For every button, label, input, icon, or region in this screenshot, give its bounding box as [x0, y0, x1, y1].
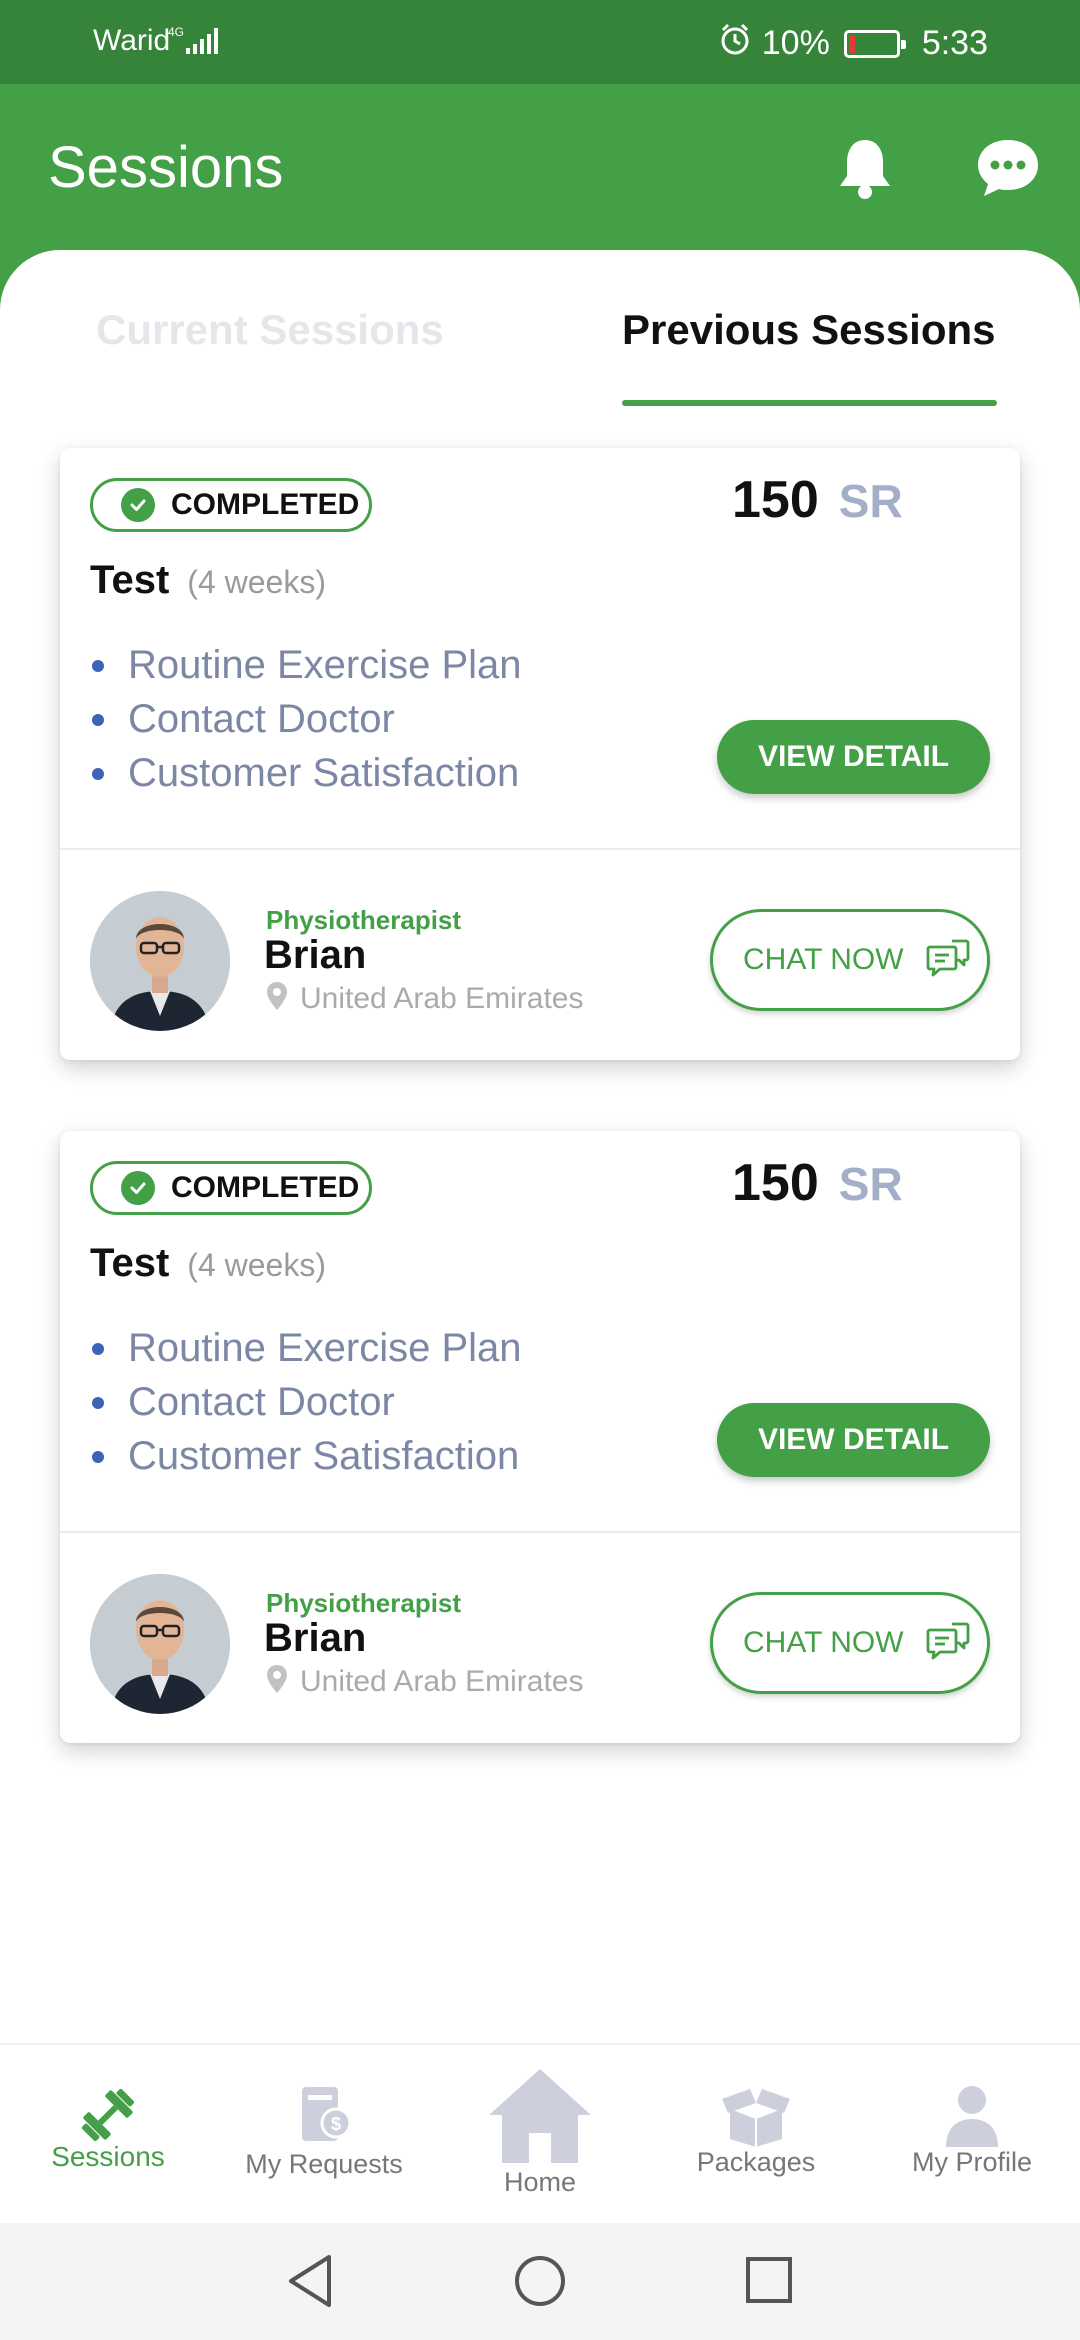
alarm-icon [718, 22, 752, 65]
status-bar: Warid 4G 10% 5:33 [0, 0, 1080, 84]
home-icon [487, 2065, 593, 2170]
recents-square-icon[interactable] [745, 2256, 793, 2309]
chat-now-button[interactable]: CHAT NOW [710, 909, 990, 1011]
status-badge: COMPLETED [90, 1161, 372, 1215]
doctor-name: Brian [264, 933, 367, 977]
feature-item: Contact Doctor [90, 692, 522, 746]
feature-item: Contact Doctor [90, 1375, 522, 1429]
location-pin-icon [266, 1664, 288, 1699]
nav-my-profile[interactable]: My Profile [864, 2045, 1080, 2225]
network-type: 4G [168, 25, 184, 39]
notification-bell-icon[interactable] [835, 136, 895, 200]
feature-item: Routine Exercise Plan [90, 1321, 522, 1375]
nav-packages[interactable]: Packages [648, 2045, 864, 2225]
session-card: COMPLETED 150 SR Test (4 weeks) Routine … [60, 448, 1020, 1060]
feature-item: Customer Satisfaction [90, 1429, 522, 1483]
price-currency: SR [838, 475, 903, 527]
tab-previous-sessions[interactable]: Previous Sessions [622, 306, 996, 354]
svg-text:$: $ [331, 2114, 341, 2134]
feature-list: Routine Exercise Plan Contact Doctor Cus… [90, 638, 522, 800]
active-tab-indicator [622, 400, 997, 406]
nav-sessions[interactable]: Sessions [0, 2045, 216, 2225]
nav-my-profile-label: My Profile [911, 2147, 1033, 2177]
feature-item: Customer Satisfaction [90, 746, 522, 800]
doctor-role: Physiotherapist [266, 905, 462, 935]
requests-icon: $ [296, 2083, 352, 2152]
plan-name: Test [90, 1241, 170, 1285]
doctor-avatar [90, 891, 230, 1031]
chat-now-button[interactable]: CHAT NOW [710, 1592, 990, 1694]
plan-duration: (4 weeks) [187, 564, 326, 600]
session-price: 150 SR [732, 1153, 903, 1213]
packages-icon [720, 2083, 792, 2152]
nav-my-requests[interactable]: $ My Requests [216, 2045, 432, 2225]
price-amount: 150 [732, 471, 819, 529]
location-text: United Arab Emirates [300, 1664, 584, 1698]
doctor-location: United Arab Emirates [266, 1664, 583, 1699]
chat-now-label: CHAT NOW [743, 1626, 904, 1659]
chat-bubbles-icon [926, 938, 970, 983]
doctor-name: Brian [264, 1616, 367, 1660]
doctor-location: United Arab Emirates [266, 981, 583, 1016]
price-currency: SR [838, 1158, 903, 1210]
doctor-avatar [90, 1574, 230, 1714]
feature-list: Routine Exercise Plan Contact Doctor Cus… [90, 1321, 522, 1483]
carrier-name: Warid [93, 24, 171, 57]
clock-time: 5:33 [921, 24, 988, 62]
battery-percent: 10% [761, 24, 830, 62]
chat-bubbles-icon [926, 1621, 970, 1666]
session-tabs: Current Sessions Previous Sessions [0, 250, 1080, 410]
plan-duration: (4 weeks) [187, 1247, 326, 1283]
nav-home[interactable]: Home [432, 2045, 648, 2225]
nav-my-requests-label: My Requests [245, 2149, 403, 2179]
back-icon[interactable] [285, 2253, 335, 2314]
divider [60, 1531, 1020, 1533]
nav-packages-label: Packages [696, 2147, 816, 2177]
signal-icon: 4G [168, 24, 228, 63]
view-detail-button[interactable]: VIEW DETAIL [717, 720, 990, 794]
divider [60, 848, 1020, 850]
check-circle-icon [121, 488, 155, 522]
messages-icon[interactable] [975, 136, 1041, 200]
nav-sessions-label: Sessions [51, 2141, 165, 2172]
nav-home-label: Home [503, 2167, 577, 2197]
doctor-role: Physiotherapist [266, 1588, 462, 1618]
view-detail-button[interactable]: VIEW DETAIL [717, 1403, 990, 1477]
check-circle-icon [121, 1171, 155, 1205]
plan-title: Test (4 weeks) [90, 558, 326, 603]
plan-name: Test [90, 558, 170, 602]
feature-item: Routine Exercise Plan [90, 638, 522, 692]
plan-title: Test (4 weeks) [90, 1241, 326, 1286]
battery-icon [843, 29, 906, 58]
system-navigation-bar [0, 2223, 1080, 2340]
location-pin-icon [266, 981, 288, 1016]
profile-icon [942, 2083, 1002, 2152]
home-circle-icon[interactable] [513, 2254, 567, 2313]
status-text: COMPLETED [171, 1171, 360, 1204]
chat-now-label: CHAT NOW [743, 943, 904, 976]
session-card: COMPLETED 150 SR Test (4 weeks) Routine … [60, 1131, 1020, 1743]
status-text: COMPLETED [171, 488, 360, 521]
location-text: United Arab Emirates [300, 981, 584, 1015]
session-price: 150 SR [732, 470, 903, 530]
bottom-navigation: Sessions $ My Requests Home Packages My … [0, 2043, 1080, 2223]
tab-current-sessions[interactable]: Current Sessions [96, 306, 444, 354]
price-amount: 150 [732, 1154, 819, 1212]
status-badge: COMPLETED [90, 478, 372, 532]
page-title: Sessions [48, 135, 284, 200]
